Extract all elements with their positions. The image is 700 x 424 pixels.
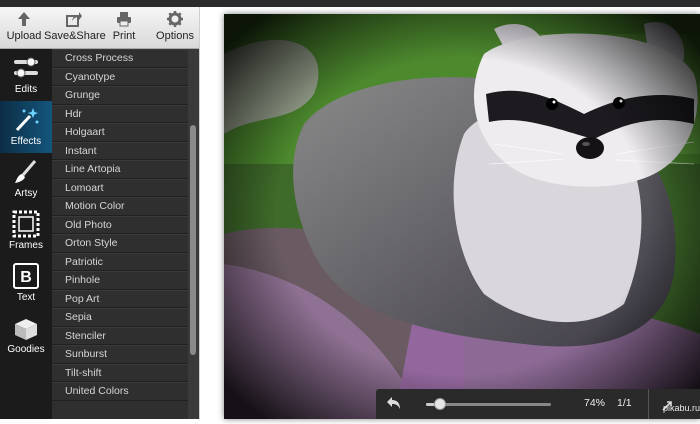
frame-icon (12, 210, 40, 238)
rail-item-text[interactable]: B Text (0, 257, 52, 309)
undo-button[interactable] (382, 389, 406, 419)
raccoon-photo[interactable] (224, 14, 700, 419)
svg-text:B: B (20, 269, 32, 286)
save-share-label: Save&Share (44, 30, 106, 42)
zoom-slider[interactable] (426, 398, 551, 410)
rail-item-artsy[interactable]: Artsy (0, 153, 52, 205)
share-icon (66, 12, 82, 27)
upload-button[interactable]: Upload (4, 7, 44, 48)
rail-item-label: Effects (10, 136, 42, 147)
list-item[interactable]: Tilt-shift (52, 363, 188, 382)
rail-item-edits[interactable]: Edits (0, 49, 52, 101)
list-item[interactable]: Sunburst (52, 345, 188, 364)
list-item[interactable]: Holgaart (52, 123, 188, 142)
list-item[interactable]: Orton Style (52, 234, 188, 253)
toolbar: Upload Save&Share Print Options (0, 7, 199, 49)
save-share-button[interactable]: Save&Share (44, 7, 106, 48)
effects-scrollbar-thumb[interactable] (190, 125, 196, 355)
zoom-slider-thumb[interactable] (433, 398, 446, 410)
printer-icon (117, 12, 131, 27)
gift-box-icon (15, 319, 37, 340)
watermark: pikabu.ru (662, 403, 700, 413)
upload-icon (18, 12, 30, 26)
print-label: Print (112, 30, 136, 42)
list-item[interactable]: United Colors (52, 382, 188, 401)
list-item[interactable]: Pop Art (52, 289, 188, 308)
undo-icon (387, 397, 400, 409)
list-item[interactable]: Line Artopia (52, 160, 188, 179)
photo-image (224, 14, 700, 419)
list-item[interactable]: Old Photo (52, 215, 188, 234)
print-button[interactable]: Print (104, 7, 144, 48)
upload-label: Upload (6, 30, 42, 42)
gear-icon (167, 11, 183, 27)
list-item[interactable]: Motion Color (52, 197, 188, 216)
options-button[interactable]: Options (152, 7, 198, 48)
rail-item-label: Edits (14, 84, 38, 95)
list-item[interactable]: Sepia (52, 308, 188, 327)
list-item[interactable]: Grunge (52, 86, 188, 105)
top-strip (0, 0, 700, 7)
page-indicator: 1/1 (617, 397, 632, 409)
effects-list: Cross Process Cyanotype Grunge Hdr Holga… (52, 49, 188, 419)
rail-item-label: Text (16, 292, 36, 303)
rail-item-label: Artsy (14, 188, 38, 199)
list-item[interactable]: Instant (52, 141, 188, 160)
list-item[interactable]: Pinhole (52, 271, 188, 290)
magic-wand-icon (15, 108, 39, 132)
list-item[interactable]: Stenciler (52, 326, 188, 345)
options-label: Options (156, 30, 194, 42)
category-rail: Edits Effects Artsy Frames B Text Goodie… (0, 49, 52, 419)
list-item[interactable]: Lomoart (52, 178, 188, 197)
list-item[interactable]: Hdr (52, 104, 188, 123)
rail-item-goodies[interactable]: Goodies (0, 309, 52, 361)
list-item[interactable]: Cyanotype (52, 67, 188, 86)
sliders-icon (14, 57, 38, 78)
list-item[interactable]: Cross Process (52, 49, 188, 68)
rail-item-label: Frames (9, 240, 43, 251)
zoom-level: 74% (584, 397, 606, 409)
list-item[interactable]: Patriotic (52, 252, 188, 271)
text-icon: B (13, 263, 39, 289)
rail-item-effects[interactable]: Effects (0, 101, 52, 153)
paintbrush-icon (15, 160, 37, 183)
rail-item-label: Goodies (7, 344, 45, 355)
rail-item-frames[interactable]: Frames (0, 205, 52, 257)
